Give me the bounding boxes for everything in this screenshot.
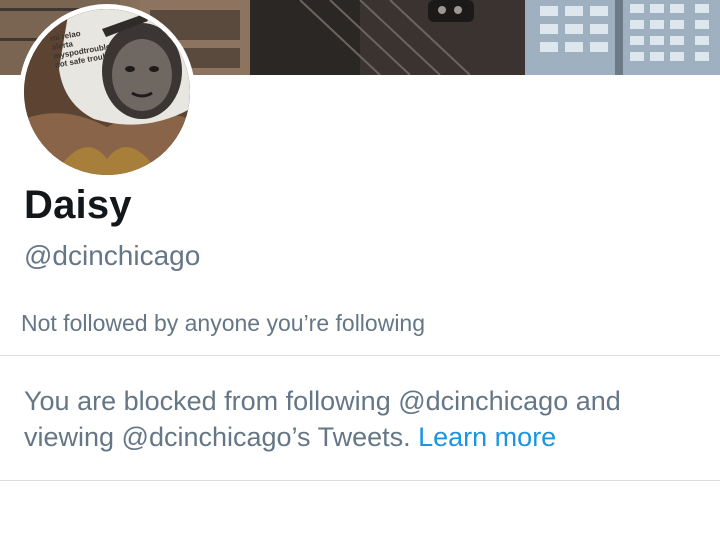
divider: [0, 480, 720, 481]
profile-avatar[interactable]: mi relao alerta myspodtrouble. Not safe …: [19, 4, 195, 180]
learn-more-link[interactable]: Learn more: [418, 422, 556, 452]
divider: [0, 355, 720, 356]
avatar-photo: mi relao alerta myspodtrouble. Not safe …: [24, 9, 190, 175]
profile-handle: @dcinchicago: [24, 240, 201, 271]
followers-you-know-note[interactable]: Not followed by anyone you’re following: [21, 310, 425, 337]
blocked-notice: You are blocked from following @dcinchic…: [24, 383, 704, 455]
profile-display-name: Daisy: [24, 183, 132, 227]
